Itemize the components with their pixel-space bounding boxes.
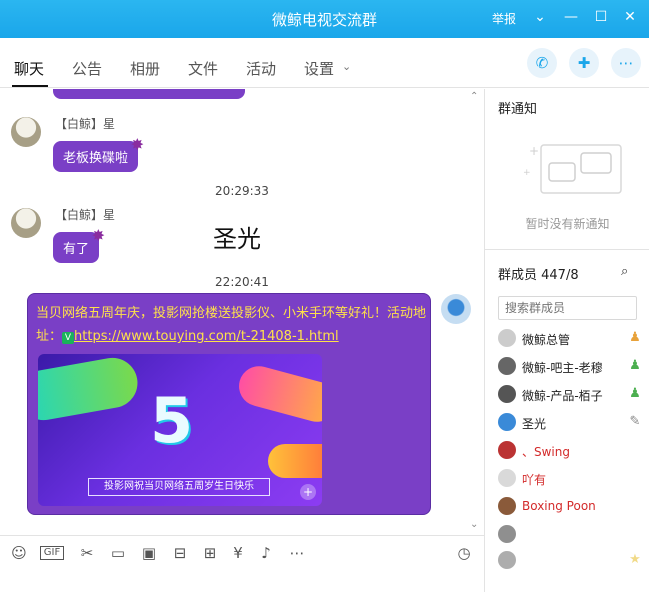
avatar[interactable]: [11, 117, 41, 147]
tab-files[interactable]: 文件: [188, 58, 218, 79]
bell-icon[interactable]: ♪: [256, 543, 276, 563]
member-name: 微鲸总管: [522, 333, 571, 347]
member-name: 、Swing: [522, 445, 570, 459]
member-name: 吖有: [522, 473, 547, 487]
chevron-down-icon[interactable]: ⌄: [342, 60, 351, 73]
message-bubble: 当贝网络五周年庆，投影网抢楼送投影仪、小米手环等好礼！活动地址： Vhttps:/…: [27, 293, 431, 515]
close-icon[interactable]: ✕: [621, 8, 639, 26]
image-icon[interactable]: ▣: [139, 543, 159, 563]
tabs-bar: 聊天 公告 相册 文件 活动 设置 ⌄ ✆ ✚ ⋯: [0, 38, 649, 88]
bubble-decoration-icon: ✸: [91, 226, 106, 245]
member-name: 微鲸-吧主-老穆: [522, 361, 603, 375]
red-packet-icon[interactable]: ¥: [228, 543, 248, 563]
member-item[interactable]: Boxing Poon: [498, 495, 648, 519]
svg-text:+: +: [529, 144, 539, 158]
message-timestamp: 20:29:33: [215, 184, 269, 198]
avatar: [498, 497, 516, 515]
folder-icon[interactable]: ▭: [108, 543, 128, 563]
message-bubble: 老板换碟啦 ✸: [53, 135, 144, 172]
chat-area[interactable]: ⌃ 【白鲸】星 老板换碟啦 ✸ 20:29:33 【白鲸】星 有了 ✸ 圣光 2…: [0, 89, 484, 535]
gif-icon[interactable]: GIF: [40, 546, 64, 560]
right-panel: 群通知 + + 暂时没有新通知 群成员 447/8 ⌕ 微鲸总管 ♟ 微鲸-吧主…: [484, 89, 649, 592]
member-item[interactable]: 吖有: [498, 467, 648, 491]
avatar[interactable]: [441, 294, 471, 324]
verified-icon: V: [62, 332, 75, 344]
avatar: [498, 357, 516, 375]
edit-icon[interactable]: ✎: [626, 413, 644, 431]
notice-title: 群通知: [498, 102, 538, 117]
minimize-icon[interactable]: —: [562, 8, 580, 26]
history-clock-icon[interactable]: ◷: [454, 543, 474, 563]
collapse-icon[interactable]: ⌃: [470, 91, 478, 102]
input-toolbar: ☺ GIF ✂ ▭ ▣ ⊟ ⊞ ¥ ♪ ⋯ ◷: [0, 535, 484, 592]
message-text: 老板换碟啦: [63, 151, 129, 166]
promo-banner-image[interactable]: 5 投影网祝当贝网络五周岁生日快乐 +: [38, 354, 322, 506]
title-bar: 微鲸电视交流群 举报 ⌄ — ☐ ✕: [0, 0, 649, 38]
emoji-icon[interactable]: ☺: [9, 543, 29, 563]
tab-chat[interactable]: 聊天: [14, 58, 44, 79]
empty-notice-icon: + +: [523, 144, 622, 194]
avatar: [498, 385, 516, 403]
avatar: [498, 441, 516, 459]
zoom-in-icon[interactable]: +: [300, 484, 316, 500]
tab-activity[interactable]: 活动: [246, 58, 276, 79]
avatar: [498, 469, 516, 487]
banner-caption: 投影网祝当贝网络五周岁生日快乐: [88, 478, 270, 496]
add-chat-icon[interactable]: ✚: [569, 48, 599, 78]
avatar[interactable]: [11, 208, 41, 238]
phone-call-icon[interactable]: ✆: [527, 48, 557, 78]
members-title: 群成员 447/8: [498, 268, 579, 283]
window-title: 微鲸电视交流群: [271, 11, 377, 29]
display-name-overlay: 圣光: [213, 225, 261, 253]
avatar: [498, 413, 516, 431]
tab-announcement[interactable]: 公告: [72, 58, 102, 79]
member-search-input[interactable]: [498, 296, 637, 320]
scroll-down-icon[interactable]: ⌄: [470, 519, 478, 530]
gift-icon[interactable]: ⊞: [200, 543, 220, 563]
notice-empty-text: 暂时没有新通知: [525, 217, 610, 231]
divider: [485, 249, 649, 250]
message-link[interactable]: https://www.touying.com/t-21408-1.html: [74, 329, 339, 344]
member-item[interactable]: 微鲸-吧主-老穆 ♟: [498, 355, 648, 379]
member-item[interactable]: 微鲸总管 ♟: [498, 327, 648, 351]
avatar: [498, 329, 516, 347]
scissors-icon[interactable]: ✂: [77, 543, 97, 563]
message-timestamp: 22:20:41: [215, 275, 269, 289]
more-options-icon[interactable]: ⋯: [287, 543, 307, 563]
more-icon[interactable]: ⋯: [611, 48, 641, 78]
message-sender: 【白鲸】星: [55, 117, 116, 131]
member-item[interactable]: 圣光 ✎: [498, 411, 648, 435]
member-name: 微鲸-产品-栢子: [522, 389, 603, 403]
member-name: 圣光: [522, 417, 547, 431]
avatar: [498, 525, 516, 543]
banner-number: 5: [150, 384, 194, 457]
search-icon[interactable]: ⌕: [621, 264, 628, 279]
cut-off-message-bubble: [53, 89, 245, 99]
message-bubble: 有了 ✸: [53, 226, 105, 263]
tab-settings[interactable]: 设置: [304, 58, 334, 79]
star-icon: ★: [629, 552, 641, 567]
avatar: [498, 551, 516, 569]
chevron-down-icon[interactable]: ⌄: [531, 8, 549, 26]
screen-share-icon[interactable]: ⊟: [170, 543, 190, 563]
member-item[interactable]: ★: [498, 549, 648, 573]
member-item[interactable]: 、Swing: [498, 439, 648, 463]
member-item[interactable]: 微鲸-产品-栢子 ♟: [498, 383, 648, 407]
admin-icon: ♟: [629, 386, 641, 401]
bubble-decoration-icon: ✸: [130, 135, 145, 154]
admin-icon: ♟: [629, 358, 641, 373]
active-tab-indicator: [12, 85, 48, 87]
admin-icon: ♟: [629, 330, 641, 345]
report-link[interactable]: 举报: [492, 10, 516, 27]
member-item[interactable]: [498, 523, 648, 547]
message-text: 有了: [63, 242, 90, 257]
message-text: 当贝网络五周年庆，投影网抢楼送投影仪、小米手环等好礼！活动地址： Vhttps:/…: [36, 306, 427, 344]
message-sender: 【白鲸】星: [55, 208, 116, 222]
tab-album[interactable]: 相册: [130, 58, 160, 79]
svg-text:+: +: [523, 168, 531, 178]
member-name: Boxing Poon: [522, 499, 596, 513]
maximize-icon[interactable]: ☐: [592, 8, 610, 26]
